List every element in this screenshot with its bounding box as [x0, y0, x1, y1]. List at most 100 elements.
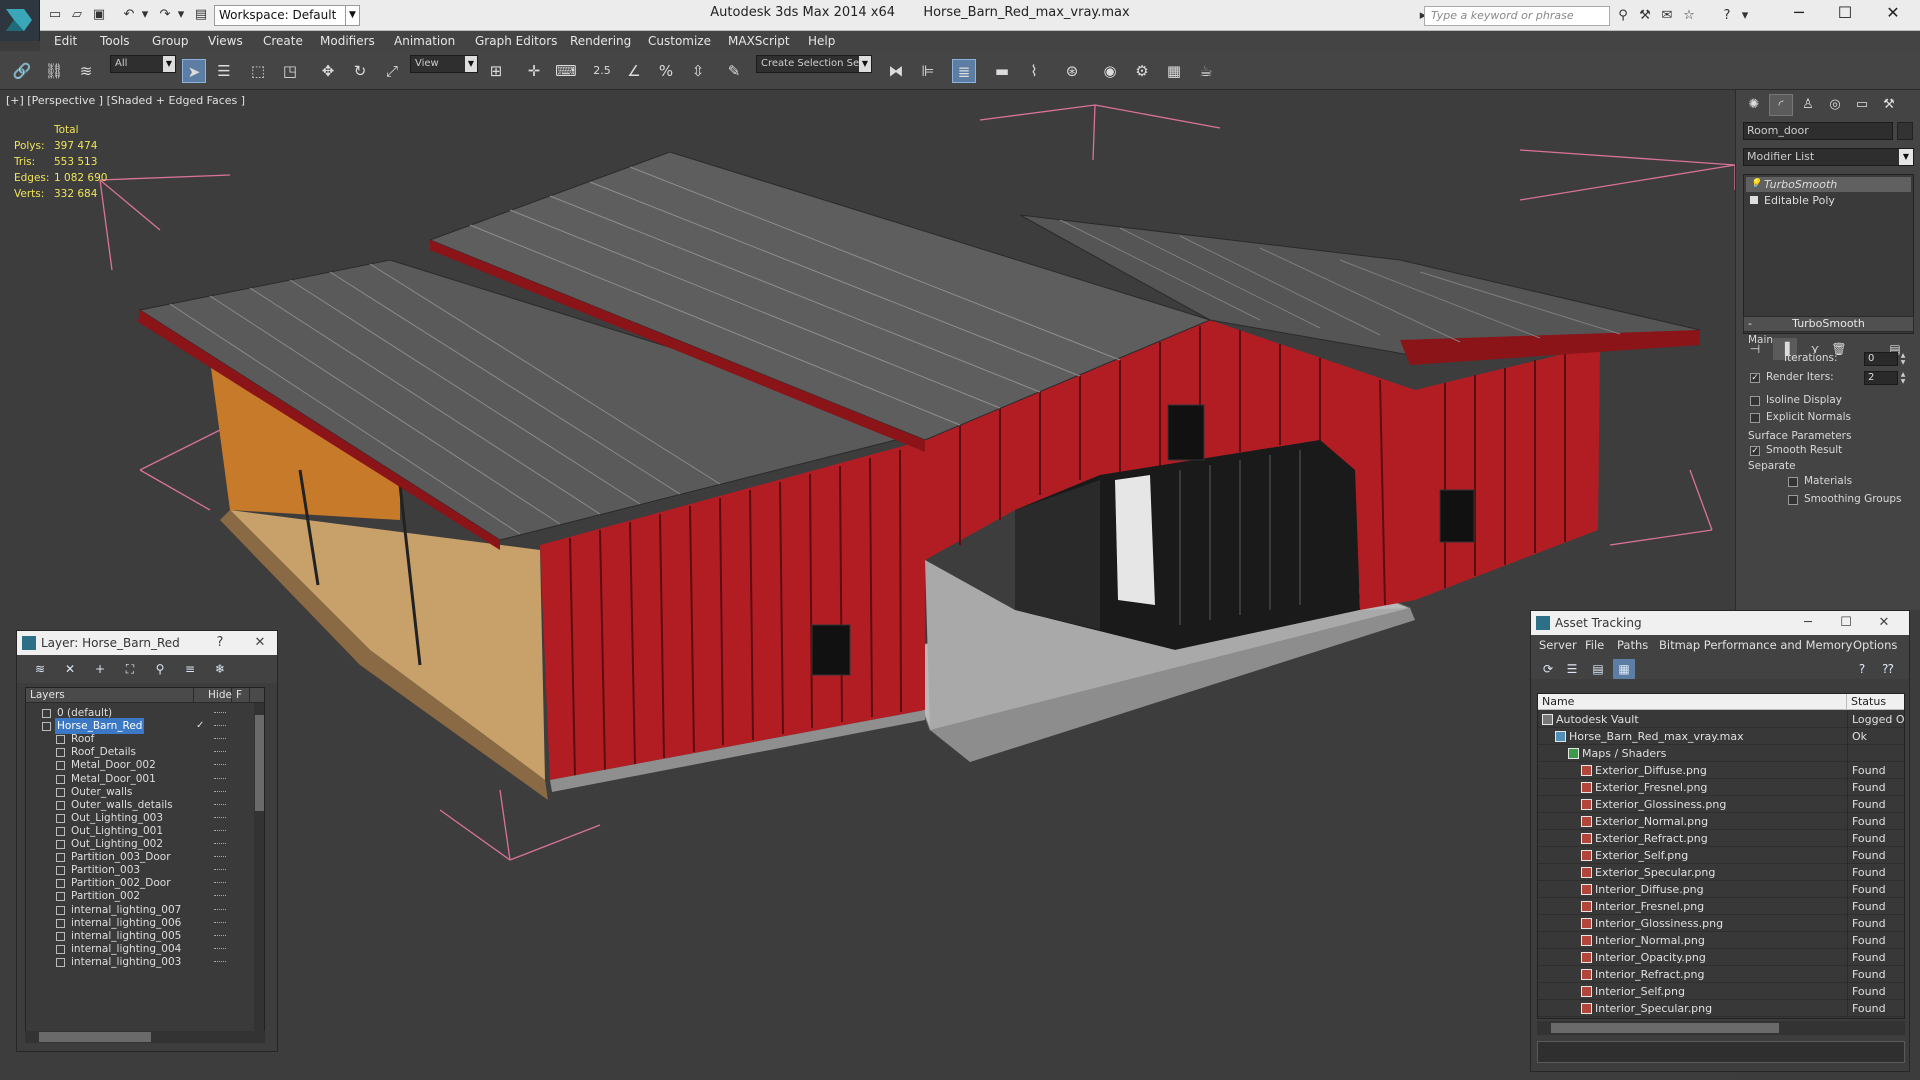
layer-hide-toggle[interactable] — [214, 803, 226, 806]
layer-hide-toggle[interactable] — [214, 882, 226, 884]
angle-snap-icon[interactable]: ∠ — [622, 59, 646, 83]
rendered-frame-window-icon[interactable]: ▦ — [1162, 59, 1186, 83]
pivot-center-icon[interactable]: ⊞ — [484, 59, 508, 83]
layer-hide-toggle[interactable] — [214, 829, 226, 832]
list-view-icon[interactable]: ☰ — [1561, 659, 1583, 679]
menu-create[interactable]: Create — [263, 31, 303, 51]
modify-tab-icon[interactable]: ◜ — [1769, 94, 1793, 116]
redo-dropdown-icon[interactable]: ▾ — [172, 6, 190, 24]
iterations-spinner[interactable]: 0 — [1864, 352, 1898, 366]
graphite-ribbon-icon[interactable]: ▬ — [990, 59, 1014, 83]
render-iters-checkbox[interactable]: ✓ — [1750, 373, 1760, 383]
asset-row[interactable]: Maps / Shaders — [1538, 745, 1904, 762]
table-view-icon[interactable]: ▦ — [1613, 659, 1635, 679]
layer-manager-icon[interactable]: ≣ — [952, 59, 976, 83]
asset-row[interactable]: Interior_Self.png Found — [1538, 983, 1904, 1000]
col-status[interactable]: Status — [1847, 694, 1904, 710]
render-production-icon[interactable]: ☕ — [1194, 59, 1218, 83]
modifier-list-dropdown[interactable]: Modifier List ▼ — [1743, 148, 1914, 166]
asset-row[interactable]: Exterior_Specular.png Found — [1538, 864, 1904, 881]
layer-hide-toggle[interactable] — [214, 921, 226, 924]
add-to-layer-icon[interactable]: + — [89, 659, 111, 679]
col-name[interactable]: Name — [1538, 694, 1847, 710]
layer-hide-toggle[interactable] — [214, 751, 226, 753]
help-icon[interactable]: ? — [1851, 659, 1873, 679]
stack-item-turbosmooth[interactable]: 💡 TurboSmooth — [1746, 177, 1911, 192]
smooth-result-checkbox[interactable]: ✓ — [1750, 446, 1760, 456]
menu-paths[interactable]: Paths — [1617, 635, 1648, 655]
refresh-icon[interactable]: ⟳ — [1537, 659, 1559, 679]
layer-hide-toggle[interactable] — [214, 790, 226, 793]
render-iters-spinner-arrows[interactable]: ▲ ▼ — [1899, 371, 1907, 385]
spinner-snap-icon[interactable]: ⇳ — [686, 59, 710, 83]
menu-animation[interactable]: Animation — [394, 31, 455, 51]
close-icon[interactable]: ✕ — [1871, 611, 1897, 635]
asset-row[interactable]: Exterior_Normal.png Found — [1538, 813, 1904, 830]
scrollbar-thumb[interactable] — [1551, 1023, 1779, 1033]
select-scale-icon[interactable]: ⤢ — [380, 59, 404, 83]
layer-hide-toggle[interactable] — [214, 725, 226, 727]
hierarchy-tab-icon[interactable]: ♙ — [1796, 94, 1820, 116]
select-and-link-icon[interactable]: 🔗 — [10, 59, 34, 83]
delete-layer-icon[interactable]: ✕ — [59, 659, 81, 679]
menu-group[interactable]: Group — [152, 31, 189, 51]
align-icon[interactable]: ⊫ — [916, 59, 940, 83]
subscription-icon[interactable]: ⚒ — [1636, 7, 1654, 25]
layer-hide-toggle[interactable] — [214, 960, 226, 963]
material-editor-icon[interactable]: ◉ — [1098, 59, 1122, 83]
maximize-icon[interactable]: ☐ — [1822, 0, 1868, 26]
materials-checkbox[interactable] — [1788, 477, 1798, 487]
col-freeze[interactable]: F — [236, 688, 250, 703]
select-objects-icon[interactable]: ⛶ — [119, 659, 141, 679]
context-help-icon[interactable]: ⁇ — [1877, 659, 1899, 679]
create-tab-icon[interactable]: ✺ — [1742, 94, 1766, 116]
save-file-icon[interactable]: ▣ — [90, 6, 108, 24]
binoculars-icon[interactable]: ⚲ — [1614, 7, 1632, 25]
motion-tab-icon[interactable]: ◎ — [1823, 94, 1847, 116]
asset-row[interactable]: Interior_Normal.png Found — [1538, 932, 1904, 949]
select-move-icon[interactable]: ✥ — [316, 59, 340, 83]
asset-row[interactable]: Interior_Diffuse.png Found — [1538, 881, 1904, 898]
unlink-selection-icon[interactable]: ⛓ — [42, 59, 66, 83]
asset-horizontal-scrollbar[interactable] — [1537, 1021, 1905, 1035]
layer-hide-toggle[interactable] — [214, 712, 226, 714]
asset-row[interactable]: Exterior_Glossiness.png Found — [1538, 796, 1904, 813]
explicit-normals-checkbox[interactable] — [1750, 413, 1760, 423]
render-setup-icon[interactable]: ⚙ — [1130, 59, 1154, 83]
lightbulb-icon[interactable]: 💡 — [1750, 177, 1761, 189]
help-icon[interactable]: ? — [1718, 7, 1736, 25]
asset-path-field[interactable] — [1537, 1041, 1905, 1063]
layer-hide-toggle[interactable] — [214, 934, 226, 937]
viewport-label[interactable]: [+] [Perspective ] [Shaded + Edged Faces… — [6, 94, 245, 107]
expand-plus-icon[interactable] — [1750, 196, 1758, 204]
layer-hide-toggle[interactable] — [214, 738, 226, 740]
workspace-dropdown[interactable]: Workspace: Default ▼ — [214, 5, 360, 26]
render-iters-spinner[interactable]: 2 — [1864, 371, 1898, 385]
freeze-all-layers-icon[interactable]: ❄ — [209, 659, 231, 679]
isoline-display-checkbox[interactable] — [1750, 396, 1760, 406]
favorites-star-icon[interactable]: ☆ — [1680, 7, 1698, 25]
smoothing-groups-checkbox[interactable] — [1788, 495, 1798, 505]
asset-row[interactable]: Exterior_Self.png Found — [1538, 847, 1904, 864]
menu-customize[interactable]: Customize — [648, 31, 711, 51]
asset-tracking-title-bar[interactable]: Asset Tracking ─ ☐ ✕ — [1531, 611, 1909, 635]
layer-hide-toggle[interactable] — [214, 895, 226, 897]
layer-hide-toggle[interactable] — [214, 856, 226, 858]
help-dropdown-icon[interactable]: ▾ — [1736, 7, 1754, 25]
asset-row[interactable]: Horse_Barn_Red_max_vray.max Ok — [1538, 728, 1904, 745]
hide-all-layers-icon[interactable]: ≡ — [179, 659, 201, 679]
layer-row[interactable]: internal_lighting_003 — [26, 954, 252, 970]
scrollbar-thumb[interactable] — [39, 1032, 151, 1042]
help-button[interactable]: ? — [207, 631, 233, 655]
col-hide[interactable]: Hide — [208, 688, 232, 703]
display-tab-icon[interactable]: ▭ — [1850, 94, 1874, 116]
bind-space-warp-icon[interactable]: ≋ — [74, 59, 98, 83]
menu-options[interactable]: Options — [1853, 635, 1897, 655]
maximize-icon[interactable]: ☐ — [1833, 611, 1859, 635]
utilities-tab-icon[interactable]: ⚒ — [1877, 94, 1901, 116]
app-menu-button[interactable] — [0, 0, 40, 41]
layer-hide-toggle[interactable] — [214, 816, 226, 819]
schematic-view-icon[interactable]: ⊛ — [1060, 59, 1084, 83]
menu-graph-editors[interactable]: Graph Editors — [475, 31, 557, 51]
named-selection-dropdown[interactable]: Create Selection Se ▼ — [756, 55, 872, 73]
